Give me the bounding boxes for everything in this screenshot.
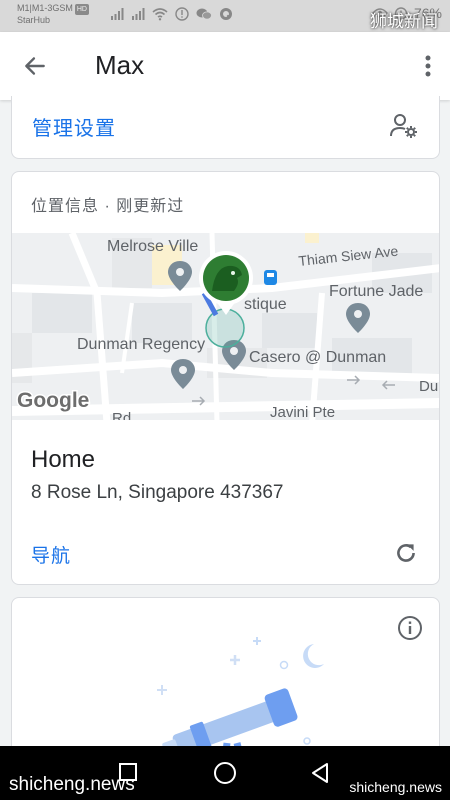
map-label-melrose: Melrose Ville — [107, 238, 198, 255]
system-nav-bar: shicheng.news shicheng.news — [0, 746, 450, 800]
manage-settings-card[interactable]: 管理设置 — [11, 96, 440, 159]
info-icon[interactable] — [397, 615, 423, 641]
signal-icon — [111, 8, 124, 20]
recents-button[interactable] — [119, 763, 137, 781]
volte-badge: HD — [74, 4, 89, 15]
location-card: 位置信息 · 刚更新过 Melrose Ville Thiam Siew Ave… — [11, 171, 440, 585]
q-icon — [220, 8, 232, 20]
watermark-bottom-left: shicheng.news — [9, 774, 135, 795]
refresh-icon[interactable] — [393, 540, 419, 566]
watermark-top: 狮城新闻 — [370, 12, 438, 31]
map-label-dunman-regency: Dunman Regency — [77, 336, 205, 353]
transit-icon — [264, 270, 277, 285]
wechat-icon — [196, 8, 212, 20]
wifi-icon — [152, 8, 168, 21]
carrier-name-2: StarHub — [17, 15, 51, 25]
map-label-javini: Javini Pte — [270, 404, 335, 420]
back-arrow-icon[interactable] — [22, 53, 48, 79]
map-canvas: Melrose Ville Thiam Siew Ave stique Fort… — [12, 233, 439, 420]
location-map[interactable]: Melrose Ville Thiam Siew Ave stique Fort… — [12, 233, 439, 420]
more-vert-icon[interactable] — [420, 52, 436, 80]
map-label-rd: Rd — [112, 410, 131, 420]
status-bar: M1|M1-3GSM HD StarHub 76% 狮城新闻 — [0, 0, 450, 32]
page-title: Max — [95, 50, 145, 80]
back-triangle-icon[interactable] — [310, 761, 330, 785]
carrier-name: M1|M1-3GSM — [17, 3, 73, 13]
home-button[interactable] — [214, 762, 236, 784]
map-label-du: Du — [419, 378, 438, 395]
map-label-casero: Casero @ Dunman — [249, 349, 386, 366]
signal-icon — [132, 8, 145, 20]
manage-accounts-icon — [390, 114, 417, 138]
manage-settings-link[interactable]: 管理设置 — [32, 112, 116, 141]
navigate-button[interactable]: 导航 — [31, 541, 71, 568]
map-label-stique: stique — [244, 296, 287, 313]
place-name: Home — [31, 446, 96, 473]
google-logo: Google — [17, 389, 89, 412]
app-bar: Max — [0, 32, 450, 100]
alert-icon — [175, 7, 189, 21]
place-address: 8 Rose Ln, Singapore 437367 — [31, 482, 284, 503]
carrier-info: M1|M1-3GSM HD StarHub — [17, 3, 89, 26]
illustration-card — [11, 597, 440, 767]
watermark-bottom-right: shicheng.news — [349, 779, 442, 795]
notification-icons — [110, 7, 233, 21]
location-header: 位置信息 · 刚更新过 — [31, 198, 185, 215]
map-label-fortune: Fortune Jade — [329, 283, 423, 300]
